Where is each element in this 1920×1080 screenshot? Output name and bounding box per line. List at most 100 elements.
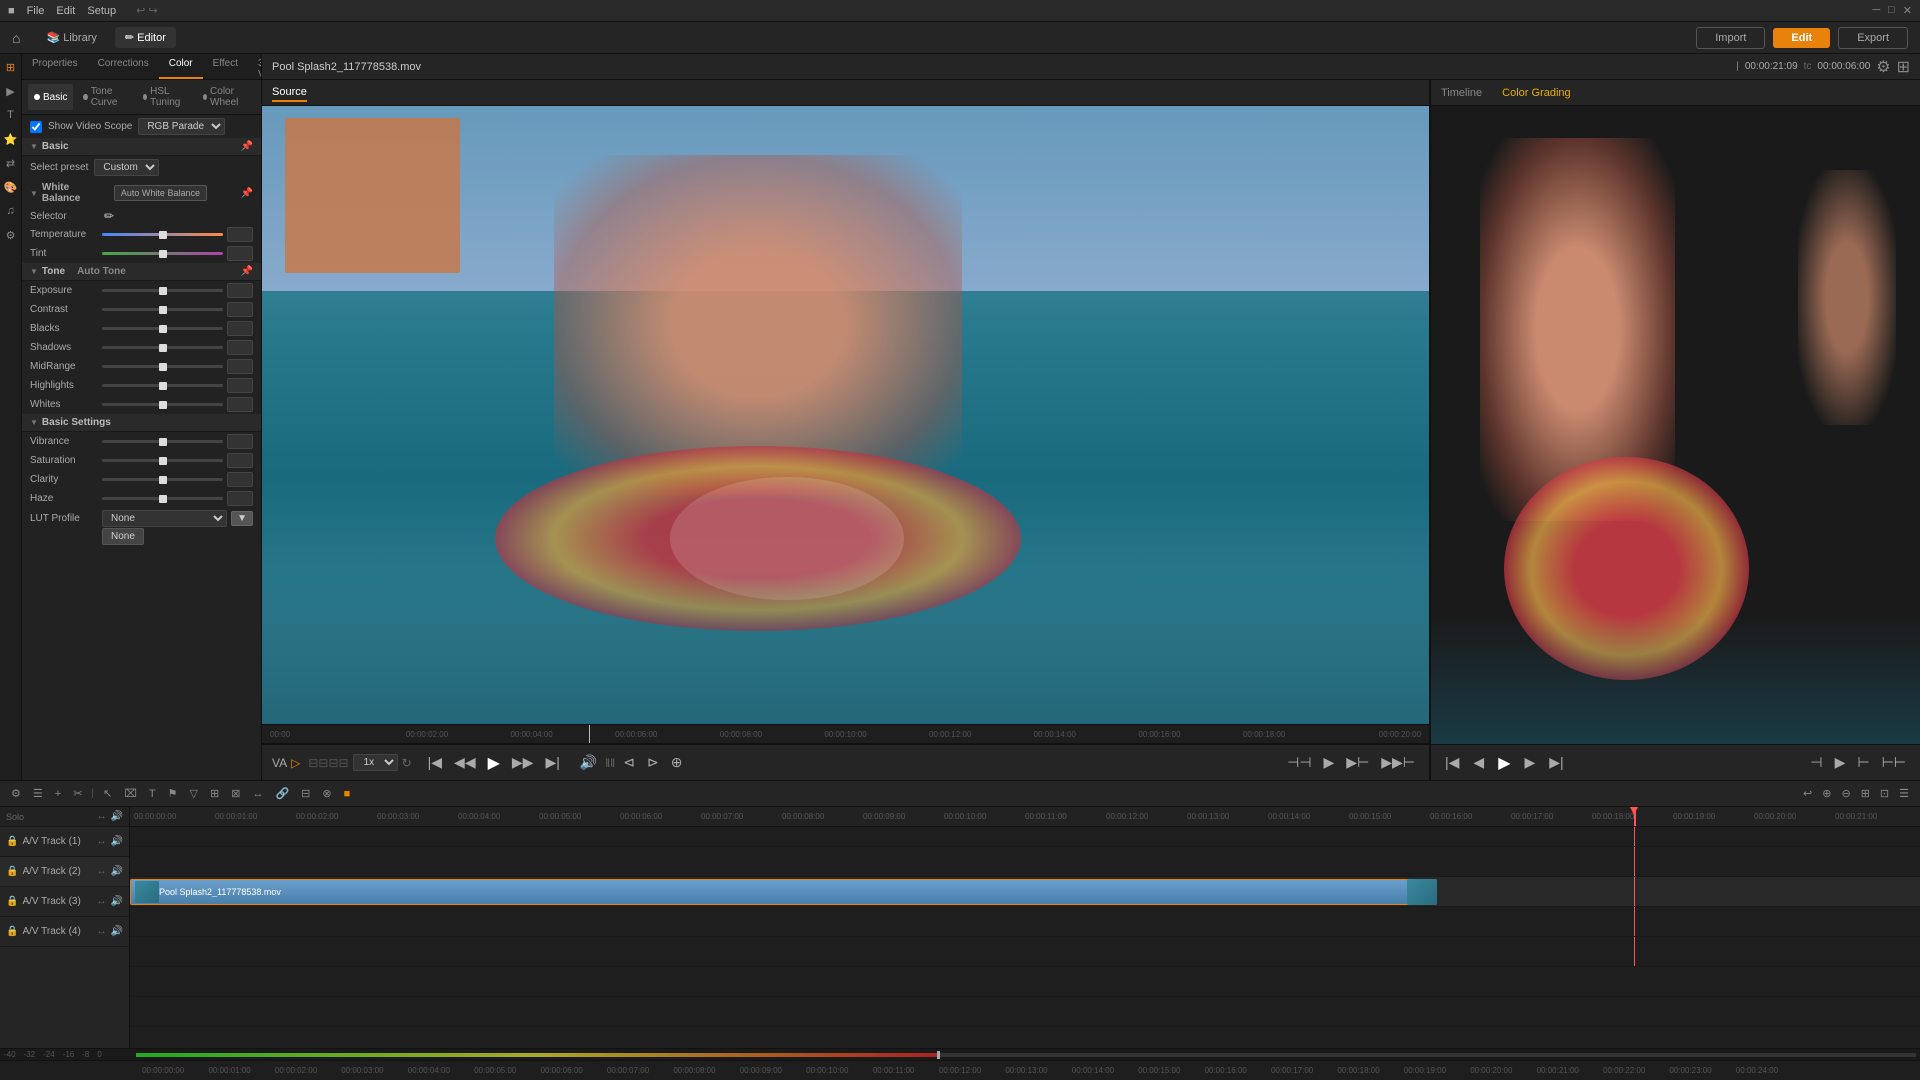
preset-select[interactable]: Custom <box>94 159 159 176</box>
nav-tab-library[interactable]: 📚 Library <box>36 27 106 48</box>
av3-lock[interactable]: 🔒 <box>6 896 18 907</box>
highlights-value[interactable]: 0 <box>227 378 253 393</box>
export-button[interactable]: Export <box>1838 27 1908 49</box>
av4-track-content[interactable] <box>130 937 1920 967</box>
av2-vol[interactable]: 🔊 <box>111 866 123 877</box>
minimize-btn[interactable]: ─ <box>1872 4 1880 17</box>
menu-setup[interactable]: Setup <box>87 5 116 17</box>
blacks-value[interactable]: 0 <box>227 321 253 336</box>
tl-fit[interactable]: ⊞ <box>1858 785 1873 802</box>
clarity-value[interactable]: 0 <box>227 472 253 487</box>
edit-button[interactable]: Edit <box>1773 28 1830 48</box>
insert-btn[interactable]: ▷ <box>291 756 300 770</box>
tl-undo-r[interactable]: ↩ <box>1800 785 1815 802</box>
tl-snap[interactable]: ⊟ <box>298 785 313 802</box>
preview-end[interactable]: ⊢⊢ <box>1878 752 1910 773</box>
saturation-slider[interactable] <box>102 459 223 462</box>
auto-tone-btn[interactable]: Auto Tone <box>77 266 126 277</box>
auto-white-balance-btn[interactable]: Auto White Balance <box>114 185 207 201</box>
play-btn[interactable]: ▶ <box>484 751 504 775</box>
saturation-value[interactable]: 0 <box>227 453 253 468</box>
sidebar-icon-home[interactable]: ⊞ <box>2 58 20 76</box>
midrange-value[interactable]: 0 <box>227 359 253 374</box>
preview-play[interactable]: ▶ <box>1494 751 1514 775</box>
whites-slider[interactable] <box>102 403 223 406</box>
tl-add[interactable]: + <box>52 786 64 802</box>
tl-flag[interactable]: ⚑ <box>165 785 181 802</box>
tone-section-header[interactable]: ▼ Tone Auto Tone 📌 <box>22 263 261 281</box>
file-info-expand[interactable]: ⊞ <box>1897 57 1910 77</box>
next-frame-btn[interactable]: ▶| <box>541 752 563 773</box>
file-info-settings[interactable]: ⚙ <box>1876 57 1890 77</box>
video-scope-select[interactable]: RGB Parade <box>138 118 225 135</box>
tint-value[interactable]: 0 <box>227 246 253 261</box>
video-scope-checkbox[interactable] <box>30 121 42 133</box>
solo-sync[interactable]: ↔ <box>97 811 107 822</box>
av2-sync[interactable]: ↔ <box>97 866 107 877</box>
basic-settings-header[interactable]: ▼ Basic Settings <box>22 414 261 432</box>
tab-corrections[interactable]: Corrections <box>88 54 159 79</box>
av1-track-content[interactable] <box>130 847 1920 877</box>
preview-back[interactable]: ◀ <box>1469 752 1488 773</box>
shadows-slider[interactable] <box>102 346 223 349</box>
solo-vol[interactable]: 🔊 <box>111 811 123 822</box>
sidebar-icon-transitions[interactable]: ⇄ <box>2 154 20 172</box>
tl-options[interactable]: ☰ <box>1896 785 1912 802</box>
blacks-slider[interactable] <box>102 327 223 330</box>
misc-btn[interactable]: ⊕ <box>667 752 687 773</box>
sidebar-icon-settings[interactable]: ⚙ <box>2 226 20 244</box>
tl-menu[interactable]: ☰ <box>30 785 46 802</box>
av4-lock[interactable]: 🔒 <box>6 926 18 937</box>
tl-zoom-in[interactable]: ⊕ <box>1819 785 1834 802</box>
lut-add-btn[interactable]: ▼ <box>231 511 253 526</box>
preview-fwd[interactable]: ▶ <box>1521 752 1540 773</box>
menu-edit[interactable]: Edit <box>56 5 75 17</box>
subtab-basic[interactable]: Basic <box>28 84 73 110</box>
source-tab[interactable]: Source <box>272 84 307 102</box>
preview-zoom-out[interactable]: ⊢ <box>1853 752 1873 773</box>
av4-vol[interactable]: 🔊 <box>111 926 123 937</box>
step-back-btn[interactable]: ◀◀ <box>450 752 480 773</box>
av3-vol[interactable]: 🔊 <box>111 896 123 907</box>
haze-value[interactable]: 0 <box>227 491 253 506</box>
midrange-slider[interactable] <box>102 365 223 368</box>
end-right[interactable]: ▶▶⊢ <box>1377 752 1419 773</box>
clarity-slider[interactable] <box>102 478 223 481</box>
zoom-out-right[interactable]: ⊣⊣ <box>1283 752 1315 773</box>
play-right[interactable]: ▶ <box>1320 752 1339 773</box>
vol-btn[interactable]: 🔊 <box>576 752 601 773</box>
exposure-slider[interactable] <box>102 289 223 292</box>
tl-zoom-out-b[interactable]: ⊖ <box>1838 785 1853 802</box>
preview-prev[interactable]: |◀ <box>1441 752 1463 773</box>
sidebar-icon-media[interactable]: ▶ <box>2 82 20 100</box>
close-btn[interactable]: ✕ <box>1903 4 1912 17</box>
selector-eyedropper[interactable]: ✏ <box>104 209 114 223</box>
tl-cut[interactable]: ✂ <box>70 785 85 802</box>
preview-next[interactable]: ▶| <box>1545 752 1567 773</box>
tab-360video[interactable]: 360 Video <box>248 54 262 79</box>
tl-zoom[interactable]: ⊞ <box>207 785 222 802</box>
tint-slider[interactable] <box>102 252 223 255</box>
maximize-btn[interactable]: □ <box>1888 4 1895 17</box>
fwd-right[interactable]: ▶⊢ <box>1342 752 1373 773</box>
sidebar-icon-color[interactable]: 🎨 <box>2 178 20 196</box>
whites-value[interactable]: 0 <box>227 397 253 412</box>
av1-vol[interactable]: 🔊 <box>111 836 123 847</box>
shadows-value[interactable]: 0 <box>227 340 253 355</box>
av1-lock[interactable]: 🔒 <box>6 836 18 847</box>
out-point-btn[interactable]: ⊳ <box>643 752 663 773</box>
haze-slider[interactable] <box>102 497 223 500</box>
tl-blade[interactable]: ⌧ <box>121 785 140 802</box>
subtab-tone-curve[interactable]: Tone Curve <box>77 84 132 110</box>
nav-tab-edit[interactable]: ✏ Editor <box>115 27 176 48</box>
speed-select[interactable]: 1x <box>353 754 398 771</box>
av2-lock[interactable]: 🔒 <box>6 866 18 877</box>
solo-track-content[interactable] <box>130 827 1920 847</box>
lut-none-option[interactable]: None <box>102 528 144 545</box>
basic-section-header[interactable]: ▼ Basic 📌 <box>22 138 261 156</box>
loop-btn[interactable]: ↻ <box>402 756 412 770</box>
tab-effect[interactable]: Effect <box>203 54 248 79</box>
contrast-value[interactable]: 0 <box>227 302 253 317</box>
timeline-tab[interactable]: Timeline <box>1441 87 1482 99</box>
vibrance-value[interactable]: 0 <box>227 434 253 449</box>
